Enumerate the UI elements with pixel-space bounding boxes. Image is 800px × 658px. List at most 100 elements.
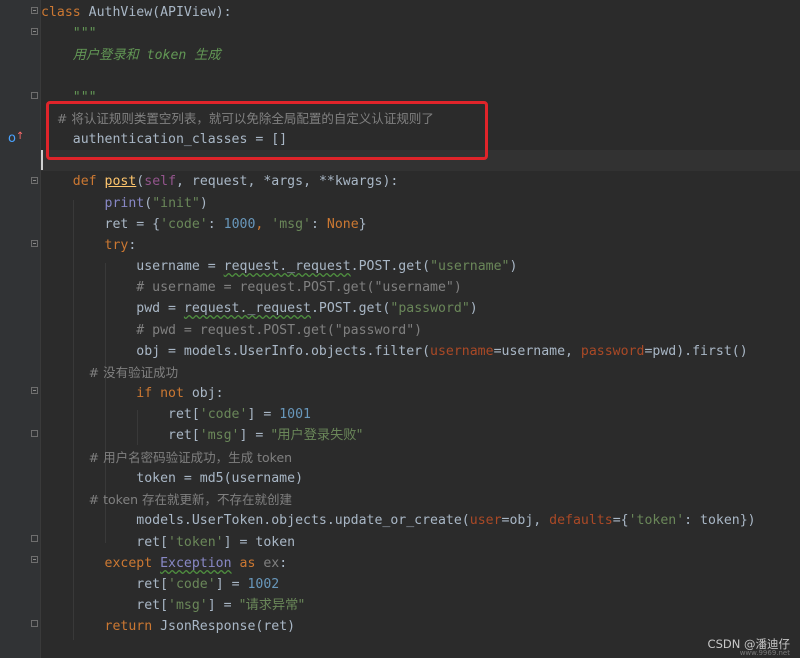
code-line[interactable]: """	[41, 23, 800, 44]
fold-marker-icon[interactable]	[31, 387, 38, 394]
code-line[interactable]: ret['code'] = 1001	[41, 404, 800, 425]
code-token: 'token'	[628, 513, 685, 528]
code-token: AuthView(	[88, 5, 161, 20]
code-line[interactable]: try:	[41, 235, 800, 256]
code-token: "password"	[390, 301, 470, 316]
code-line[interactable]: def post(self, request, *args, **kwargs)…	[41, 171, 800, 192]
code-token: 'msg'	[271, 217, 311, 232]
code-token: =username,	[493, 344, 581, 359]
watermark: CSDN @潘迪仔 www.9969.net	[708, 636, 790, 657]
code-token: 'code'	[160, 217, 208, 232]
code-line[interactable]: class AuthView(APIView):	[41, 2, 800, 23]
code-line[interactable]: # pwd = request.POST.get("password")	[41, 320, 800, 341]
code-token: obj:	[191, 386, 224, 401]
code-token: def	[72, 174, 105, 189]
code-token: "请求异常"	[239, 598, 305, 613]
code-token: as	[231, 556, 264, 571]
fold-marker-icon[interactable]	[31, 177, 38, 184]
code-line[interactable]: ret['msg'] = "用户登录失败"	[41, 425, 800, 446]
code-token: if not	[136, 386, 192, 401]
text-caret	[41, 150, 43, 170]
code-token: ex	[263, 556, 280, 571]
code-line[interactable]: ret['msg'] = "请求异常"	[41, 595, 800, 616]
code-token: , **	[303, 174, 335, 189]
code-line[interactable]: username = request._request.POST.get("us…	[41, 256, 800, 277]
code-token: ] =	[247, 407, 280, 422]
code-token: 用户登录和 token 生成	[41, 48, 221, 63]
code-token: ret = {	[41, 217, 161, 232]
code-token: ret[	[41, 598, 169, 613]
override-method-icon[interactable]: o↑	[8, 131, 26, 147]
code-line[interactable]: return JsonResponse(ret)	[41, 616, 800, 637]
code-token: Exception	[160, 556, 232, 571]
code-line[interactable]: # username = request.POST.get("username"…	[41, 277, 800, 298]
code-token: post	[104, 174, 137, 189]
code-token: ] =	[207, 598, 240, 613]
code-token: self	[144, 174, 177, 189]
code-token: ret[	[41, 407, 200, 422]
code-token: # 没有验证成功	[41, 365, 179, 380]
code-token: "用户登录失败"	[271, 428, 363, 443]
fold-marker-icon[interactable]	[31, 620, 38, 627]
code-line[interactable]: pwd = request._request.POST.get("passwor…	[41, 298, 800, 319]
fold-marker-icon[interactable]	[31, 92, 38, 99]
watermark-subtext: www.9969.net	[739, 649, 790, 657]
code-line[interactable]: obj = models.UserInfo.objects.filter(use…	[41, 341, 800, 362]
code-token: 'code'	[199, 407, 248, 422]
code-line[interactable]: models.UserToken.objects.update_or_creat…	[41, 510, 800, 531]
code-line[interactable]: token = md5(username)	[41, 468, 800, 489]
fold-marker-icon[interactable]	[31, 430, 38, 437]
code-line[interactable]: if not obj:	[41, 383, 800, 404]
code-token: username =	[41, 259, 224, 274]
code-line[interactable]: # token 存在就更新，不存在就创建	[41, 489, 800, 510]
code-token: )	[469, 301, 478, 316]
code-token: (	[144, 196, 153, 211]
code-line[interactable]: ret = {'code': 1000, 'msg': None}	[41, 214, 800, 235]
code-token: print	[104, 196, 145, 211]
code-line[interactable]: print("init")	[41, 193, 800, 214]
code-token: 1002	[247, 577, 280, 592]
code-line[interactable]: except Exception as ex:	[41, 553, 800, 574]
code-line[interactable]: ret['token'] = token	[41, 532, 800, 553]
code-token: .POST.get(	[310, 301, 391, 316]
code-token: .POST.get(	[350, 259, 431, 274]
code-editor[interactable]: class AuthView(APIView): """ 用户登录和 token…	[41, 0, 800, 658]
code-token: APIView	[160, 5, 216, 20]
code-token: """	[41, 26, 97, 41]
code-token: 'code'	[168, 577, 216, 592]
code-token: ret[	[41, 577, 169, 592]
code-token: }	[358, 217, 367, 232]
code-line[interactable]: # 没有验证成功	[41, 362, 800, 383]
code-token: args	[271, 174, 304, 189]
fold-marker-icon[interactable]	[31, 28, 38, 35]
code-line[interactable]: # 用户名密码验证成功，生成 token	[41, 447, 800, 468]
code-token: )	[199, 196, 208, 211]
highlight-annotation-box	[46, 101, 488, 160]
code-token: 1001	[279, 407, 311, 422]
fold-marker-icon[interactable]	[31, 535, 38, 542]
code-token: try	[104, 238, 129, 253]
code-token: username	[430, 344, 494, 359]
code-token: password	[580, 344, 645, 359]
code-token: : token})	[684, 513, 756, 528]
fold-marker-icon[interactable]	[31, 556, 38, 563]
fold-marker-icon[interactable]	[31, 7, 38, 14]
code-line[interactable]	[41, 66, 800, 87]
code-token: ret[	[41, 428, 200, 443]
fold-marker-icon[interactable]	[31, 240, 38, 247]
code-token: ] =	[239, 428, 272, 443]
code-token: user	[469, 513, 502, 528]
code-token: ,	[255, 217, 272, 232]
code-token: return	[104, 619, 161, 634]
code-token: obj = models.UserInfo.objects.filter(	[41, 344, 431, 359]
code-line[interactable]: ret['code'] = 1002	[41, 574, 800, 595]
code-token: None	[326, 217, 359, 232]
code-token: ] = token	[223, 535, 296, 550]
code-token: ={	[612, 513, 629, 528]
code-line[interactable]: 用户登录和 token 生成	[41, 45, 800, 66]
